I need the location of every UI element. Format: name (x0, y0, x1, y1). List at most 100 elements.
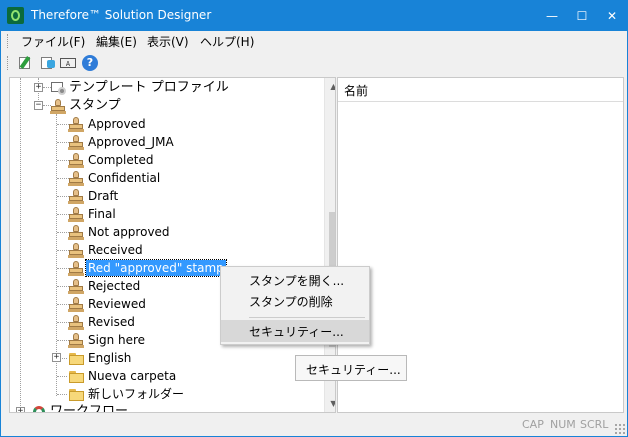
scroll-up-icon[interactable]: ▲ (325, 78, 335, 95)
tree-item-label: 新しいフォルダー (88, 387, 185, 401)
text-box-button[interactable]: A (59, 54, 77, 72)
badge-icon (47, 60, 55, 68)
tree-item-label: Rejected (88, 279, 141, 293)
tree-item-folder-english[interactable]: + English (10, 349, 310, 367)
tree-item-label: ワークフロー (50, 404, 129, 413)
folder-icon (68, 368, 84, 384)
workflow-icon (31, 404, 47, 412)
column-header-name[interactable]: 名前 (344, 82, 368, 99)
check-document-green-button[interactable] (38, 54, 56, 72)
menu-item-delete-stamp[interactable]: スタンプの削除 (221, 290, 369, 312)
tree-item-label: Final (88, 207, 116, 221)
tree-item-stamp[interactable]: Received (10, 241, 310, 259)
menubar-grip-icon[interactable] (7, 34, 10, 48)
collapse-toggle[interactable]: − (34, 101, 43, 110)
menu-item-security[interactable]: セキュリティー... (221, 320, 369, 342)
tree-item-label: Confidential (88, 171, 161, 185)
stamp-icon (68, 134, 84, 150)
tree-item-label: Reviewed (88, 297, 146, 311)
menu-view[interactable]: 表示(V) (147, 33, 189, 50)
tree-item-stamp[interactable]: Approved_JMA (10, 133, 310, 151)
window-title: Therefore™ Solution Designer (31, 8, 212, 22)
stamp-icon (68, 260, 84, 276)
expand-toggle[interactable]: + (16, 407, 25, 412)
tree-item-workflow[interactable]: + ワークフロー (10, 403, 310, 413)
stamp-icon (68, 224, 84, 240)
context-menu: スタンプを開く... スタンプの削除 セキュリティー... (220, 266, 370, 345)
tree-connector (57, 394, 67, 396)
stamp-icon (68, 116, 84, 132)
title-bar: Therefore™ Solution Designer — ☐ ✕ (1, 1, 627, 31)
menu-item-label: スタンプを開く... (249, 274, 345, 288)
tree-item-label: Sign here (88, 333, 146, 347)
stamp-icon (50, 98, 66, 114)
tree-item-label: Approved_JMA (88, 135, 174, 149)
tree-item-stamp[interactable]: Completed (10, 151, 310, 169)
tree-item-stamp[interactable]: Confidential (10, 169, 310, 187)
menu-edit[interactable]: 編集(E) (96, 33, 137, 50)
tree-item-label: テンプレート プロファイル (69, 80, 229, 95)
status-cap: CAP (522, 418, 544, 431)
stamp-icon (68, 296, 84, 312)
tree-item-label: English (88, 351, 132, 365)
tree-item-label: Draft (88, 189, 119, 203)
tree-item-label: Revised (88, 315, 135, 329)
menu-file[interactable]: ファイル(F) (21, 33, 85, 50)
menu-item-label: スタンプの削除 (249, 295, 333, 309)
stamp-icon (68, 278, 84, 294)
tree-item-label: Completed (88, 153, 154, 167)
stamp-icon (68, 206, 84, 222)
tree-item-stamp[interactable]: Approved (10, 115, 310, 133)
security-button[interactable]: セキュリティー... (295, 355, 407, 381)
check-document-button[interactable] (16, 54, 34, 72)
expand-toggle[interactable]: + (34, 83, 43, 92)
stamp-icon (68, 242, 84, 258)
menu-bar: ファイル(F) 編集(E) 表示(V) ヘルプ(H) (1, 31, 627, 51)
resize-grip-icon[interactable] (614, 423, 625, 434)
tree-item-stamp[interactable]: Not approved (10, 223, 310, 241)
security-button-label: セキュリティー... (306, 363, 401, 377)
status-num: NUM (550, 418, 576, 431)
tree-view[interactable]: + テンプレート プロファイル − スタンプ Approved Approved_… (9, 77, 336, 413)
tree-item-stamp[interactable]: Draft (10, 187, 310, 205)
stamp-icon (68, 314, 84, 330)
menu-separator (249, 317, 365, 318)
list-header: 名前 (338, 78, 623, 102)
minimize-button[interactable]: — (537, 1, 567, 31)
tree-item-folder-new[interactable]: 新しいフォルダー (10, 385, 310, 403)
tree-item-stamp[interactable]: Final (10, 205, 310, 223)
menu-item-open-stamp[interactable]: スタンプを開く... (221, 269, 369, 291)
app-logo-icon[interactable] (7, 7, 24, 24)
status-scrl: SCRL (580, 418, 609, 431)
tree-item-template-profiles[interactable]: + テンプレート プロファイル (10, 79, 310, 97)
tree-item-label: Not approved (88, 225, 170, 239)
tree-connector (57, 376, 67, 378)
help-button[interactable]: ? (81, 54, 99, 72)
scroll-down-icon[interactable]: ▼ (325, 395, 335, 412)
expand-toggle[interactable]: + (52, 353, 61, 362)
maximize-button[interactable]: ☐ (567, 1, 597, 31)
tree-item-label: Approved (88, 117, 146, 131)
template-profile-icon (50, 80, 66, 96)
tree-item-label: スタンプ (69, 98, 121, 113)
menu-help[interactable]: ヘルプ(H) (200, 33, 254, 50)
tree-item-label: Received (88, 243, 143, 257)
stamp-icon (68, 170, 84, 186)
toolbar: A ? (1, 51, 627, 75)
close-button[interactable]: ✕ (597, 1, 627, 31)
status-bar: CAP NUM SCRL (1, 414, 627, 436)
tree-item-label: Red "approved" stamp (85, 259, 227, 277)
tree-item-label: Nueva carpeta (88, 369, 177, 383)
app-window: Therefore™ Solution Designer — ☐ ✕ ファイル(… (0, 0, 628, 437)
help-icon: ? (82, 55, 98, 71)
toolbar-grip-icon[interactable] (7, 56, 10, 70)
stamp-icon (68, 188, 84, 204)
folder-icon (68, 350, 84, 366)
text-box-icon: A (60, 58, 76, 68)
folder-icon (68, 386, 84, 402)
stamp-icon (68, 152, 84, 168)
tree-item-folder-nueva-carpeta[interactable]: Nueva carpeta (10, 367, 310, 385)
menu-item-label: セキュリティー... (249, 325, 344, 339)
tree-item-stamps[interactable]: − スタンプ (10, 97, 310, 115)
stamp-icon (68, 332, 84, 348)
